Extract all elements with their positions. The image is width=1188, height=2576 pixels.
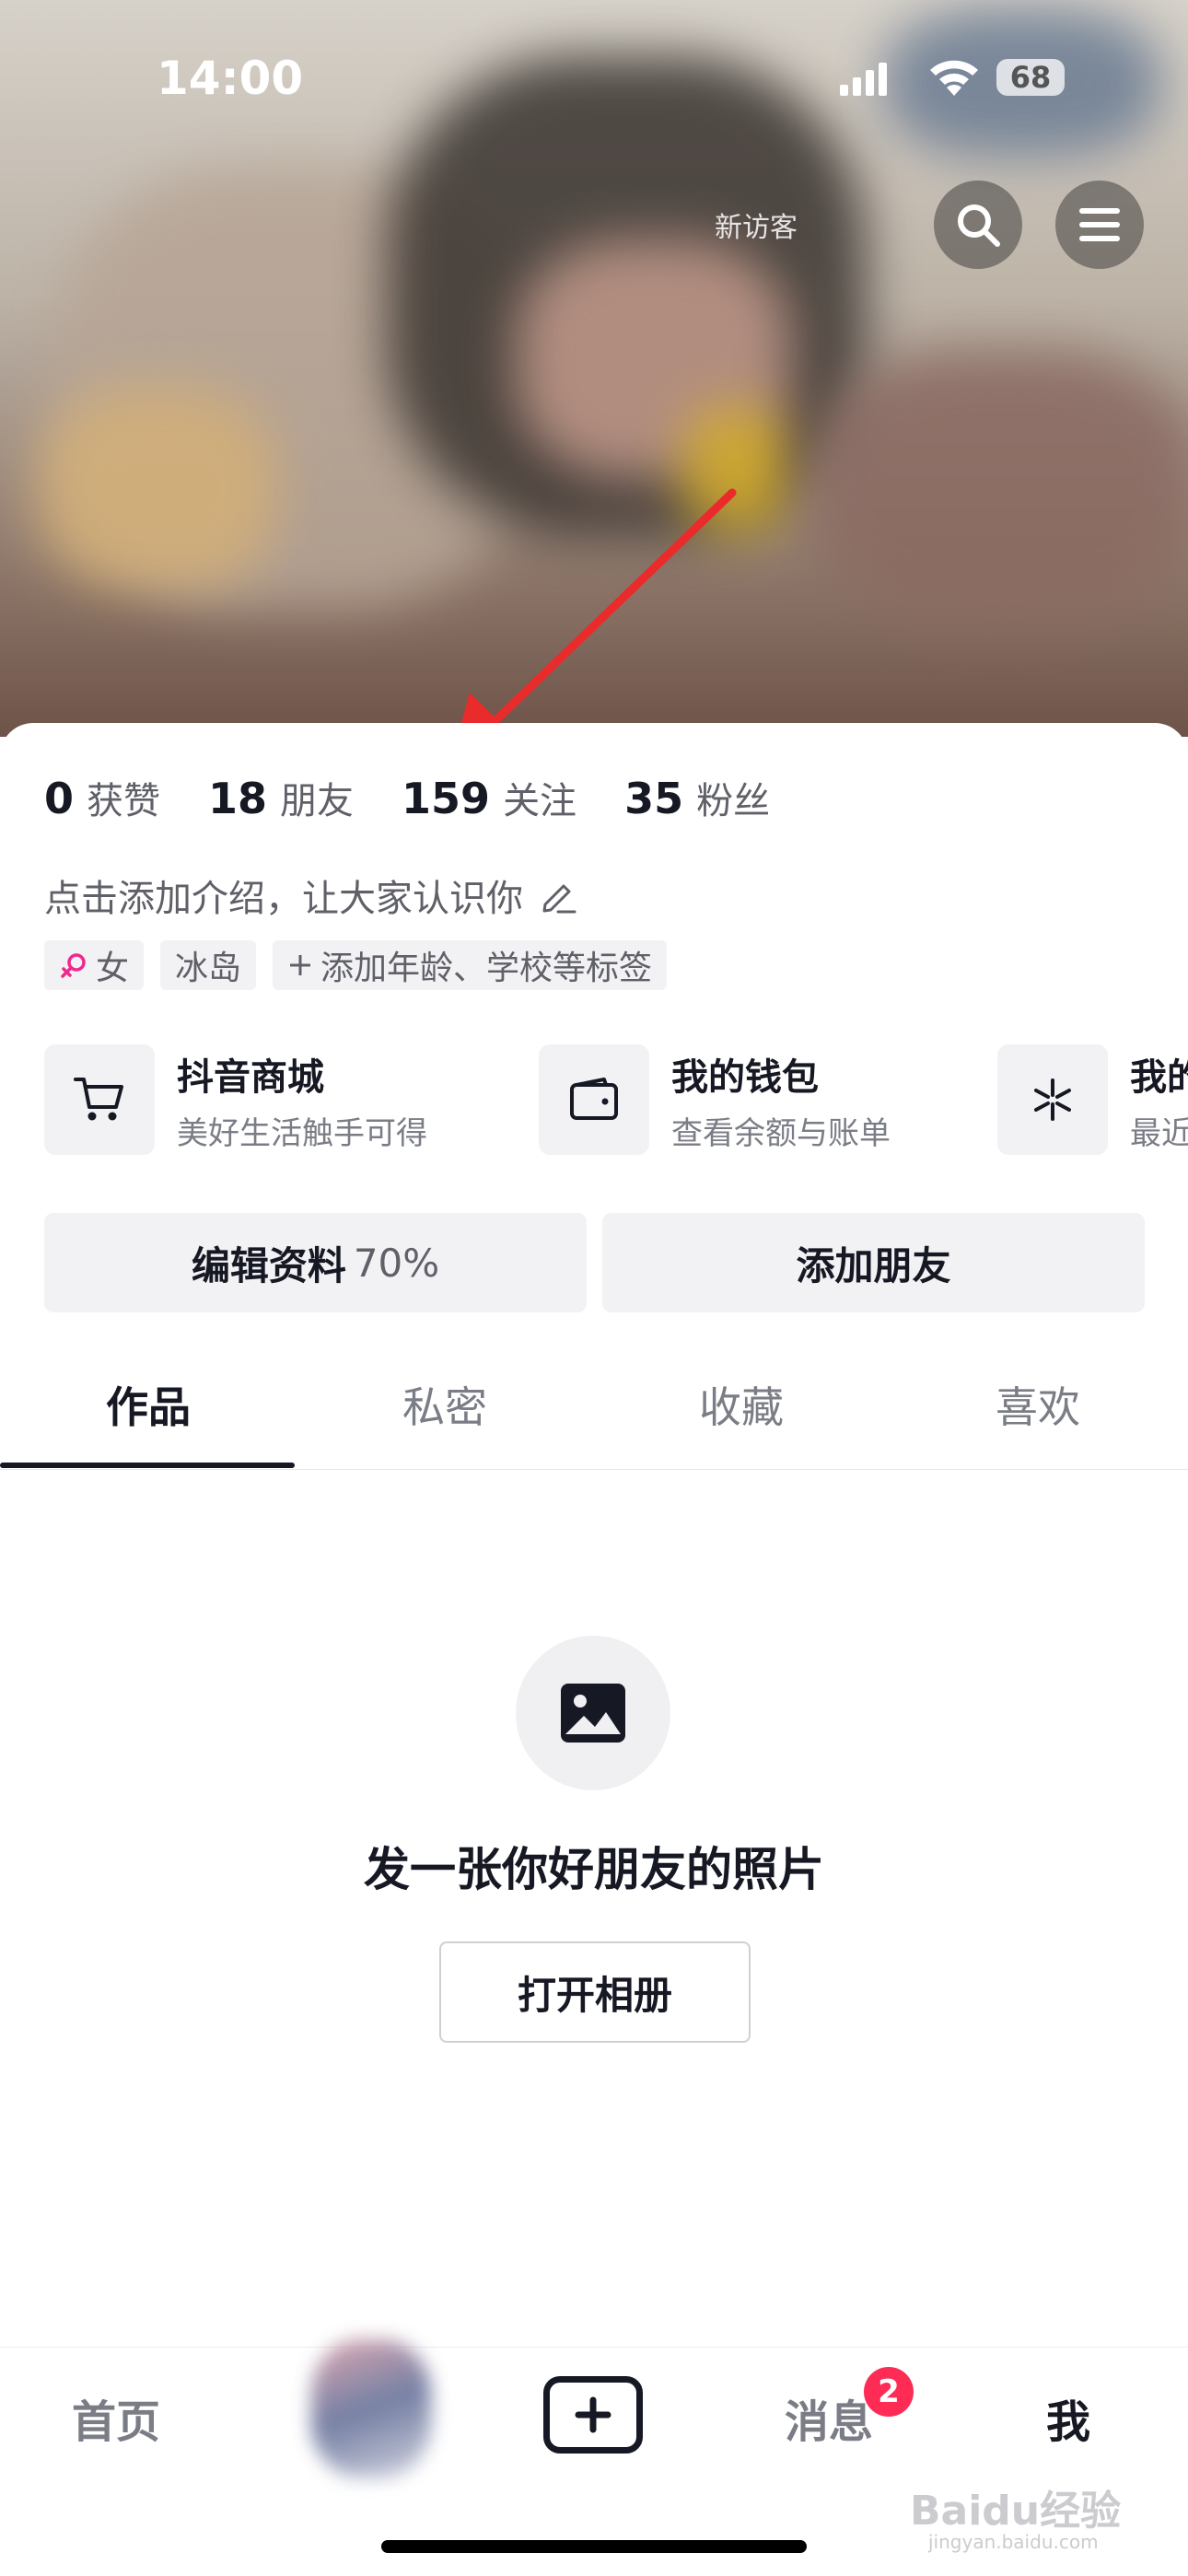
pencil-icon <box>542 884 577 914</box>
blurred-avatar <box>311 2339 431 2477</box>
shopping-cart-icon <box>74 1078 123 1121</box>
plus-icon <box>575 2396 611 2433</box>
service-title: 我的 <box>1130 1055 1188 1099</box>
wallet-icon-wrap <box>539 1044 649 1155</box>
service-wallet-text: 我的钱包 查看余额与账单 <box>671 1047 891 1153</box>
service-shortcuts: 抖音商城 美好生活触手可得 我的钱包 查看余额与账单 我的 最近 <box>44 1044 1188 1164</box>
search-icon <box>958 204 1000 247</box>
cellular-signal-icon <box>840 63 887 96</box>
gender-tag[interactable]: 女 <box>44 940 145 990</box>
add-friend-button[interactable]: 添加朋友 <box>602 1213 1145 1312</box>
menu-button[interactable] <box>1055 181 1144 269</box>
friends-count: 18 <box>208 774 268 823</box>
service-more-text: 我的 最近 <box>1130 1047 1188 1153</box>
stat-likes[interactable]: 0 获赞 <box>44 771 160 824</box>
open-album-button[interactable]: 打开相册 <box>439 1941 751 2043</box>
baidu-watermark: Baidu经验 <box>910 2488 1122 2535</box>
wifi-icon <box>930 60 978 96</box>
battery-indicator: 68 <box>996 59 1065 96</box>
new-visitor-label[interactable]: 新访客 <box>715 204 798 245</box>
edit-profile-button[interactable]: 编辑资料 70% <box>44 1213 587 1312</box>
service-more[interactable]: 我的 最近 <box>997 1044 1188 1155</box>
stat-friends[interactable]: 18 朋友 <box>208 771 354 824</box>
service-subtitle: 查看余额与账单 <box>671 1114 891 1152</box>
hamburger-menu-icon <box>1079 208 1120 241</box>
empty-state-message: 发一张你好朋友的照片 <box>364 1843 824 1896</box>
service-douyin-mall-text: 抖音商城 美好生活触手可得 <box>177 1047 427 1153</box>
wallet-icon <box>570 1078 618 1120</box>
gender-tag-label: 女 <box>96 950 130 987</box>
tab-likes[interactable]: 喜欢 <box>890 1340 1186 1469</box>
service-douyin-mall[interactable]: 抖音商城 美好生活触手可得 <box>44 1044 427 1155</box>
bio-text: 点击添加介绍，让大家认识你 <box>44 878 523 920</box>
profile-stats: 0 获赞 18 朋友 159 关注 35 粉丝 <box>44 770 770 825</box>
service-wallet[interactable]: 我的钱包 查看余额与账单 <box>539 1044 891 1155</box>
nav-friends-avatar[interactable] <box>293 2321 449 2487</box>
add-tags-label: 添加年龄、学校等标签 <box>320 950 653 987</box>
plus-icon <box>290 955 311 975</box>
followers-count: 35 <box>624 774 684 823</box>
nav-me[interactable]: 我 <box>1046 2385 1090 2450</box>
sparkle-icon <box>1034 1078 1071 1121</box>
stat-followers[interactable]: 35 粉丝 <box>624 771 770 824</box>
empty-state-icon-wrap <box>516 1636 670 1790</box>
shopping-cart-icon-wrap <box>44 1044 155 1155</box>
friends-label: 朋友 <box>280 780 355 822</box>
search-button[interactable] <box>934 181 1022 269</box>
following-label: 关注 <box>503 780 577 822</box>
service-title: 我的钱包 <box>671 1055 819 1099</box>
followers-label: 粉丝 <box>696 780 771 822</box>
bio-edit[interactable]: 点击添加介绍，让大家认识你 <box>44 868 578 922</box>
active-tab-indicator <box>0 1463 295 1468</box>
content-tabs: 作品 私密 收藏 喜欢 <box>0 1340 1188 1470</box>
nav-messages[interactable]: 消息 <box>785 2385 873 2450</box>
home-indicator[interactable] <box>381 2540 807 2553</box>
create-post-button[interactable] <box>543 2376 643 2454</box>
edit-profile-label: 编辑资料 <box>191 1242 346 1288</box>
stat-following[interactable]: 159 关注 <box>402 771 577 824</box>
likes-count: 0 <box>44 774 75 823</box>
tab-favorites[interactable]: 收藏 <box>593 1340 890 1469</box>
tab-private[interactable]: 私密 <box>297 1340 593 1469</box>
nav-home[interactable]: 首页 <box>72 2385 160 2450</box>
profile-completion-percent: 70% <box>353 1240 440 1286</box>
baidu-watermark-url: jingyan.baidu.com <box>928 2531 1099 2553</box>
status-bar-indicators: 68 <box>840 55 1079 101</box>
add-friend-label: 添加朋友 <box>796 1242 951 1288</box>
location-tag[interactable]: 冰岛 <box>160 940 257 990</box>
likes-label: 获赞 <box>87 780 161 822</box>
tab-works[interactable]: 作品 <box>0 1340 297 1469</box>
status-bar-time: 14:00 <box>157 52 304 105</box>
service-subtitle: 美好生活触手可得 <box>177 1114 427 1152</box>
sparkle-icon-wrap <box>997 1044 1108 1155</box>
image-icon <box>561 1684 625 1743</box>
add-tags-button[interactable]: 添加年龄、学校等标签 <box>273 940 668 990</box>
messages-badge: 2 <box>864 2367 914 2417</box>
following-count: 159 <box>402 774 491 823</box>
female-icon <box>61 953 86 978</box>
service-subtitle: 最近 <box>1130 1114 1188 1152</box>
location-tag-label: 冰岛 <box>175 950 242 987</box>
profile-tags: 女 冰岛 添加年龄、学校等标签 <box>44 940 668 990</box>
service-title: 抖音商城 <box>177 1055 324 1099</box>
